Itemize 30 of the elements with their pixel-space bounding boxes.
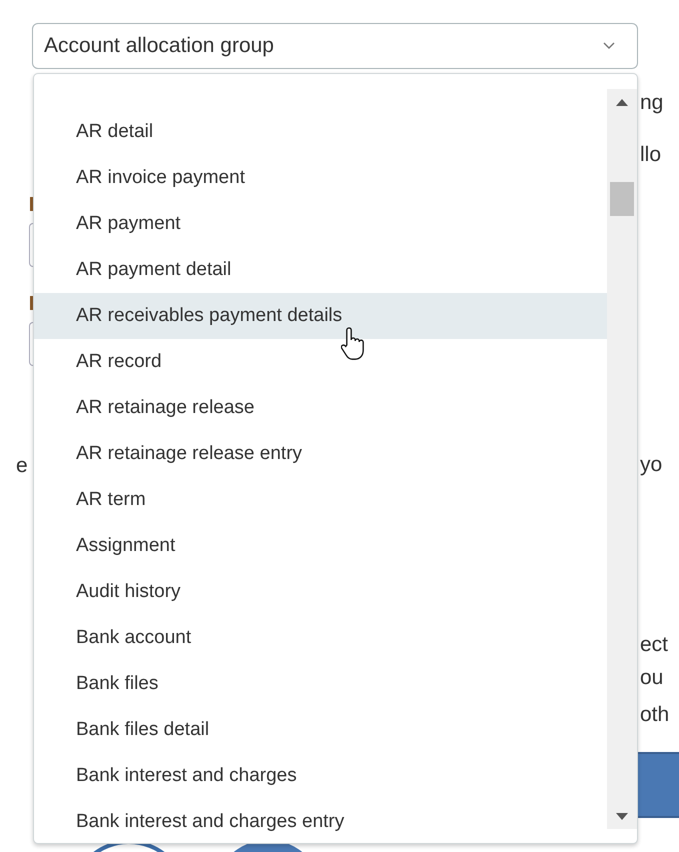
scroll-up-icon[interactable] xyxy=(616,99,628,106)
chevron-icon xyxy=(603,42,615,50)
partial-text: oth xyxy=(640,703,670,727)
dropdown-option[interactable]: Bank interest and charges entry xyxy=(34,799,607,843)
data-source-select[interactable]: Account allocation group xyxy=(32,23,638,69)
dropdown-option[interactable]: Assignment xyxy=(34,523,607,569)
scrollbar[interactable] xyxy=(607,89,637,829)
dropdown-option[interactable]: AR record xyxy=(34,339,607,385)
partial-text: yo xyxy=(640,453,662,477)
scroll-thumb[interactable] xyxy=(610,182,634,216)
dropdown-option[interactable]: Audit history xyxy=(34,569,607,615)
dropdown-option[interactable]: AR invoice payment xyxy=(34,155,607,201)
dropdown-option[interactable]: AR retainage release xyxy=(34,385,607,431)
dropdown-option[interactable]: Bank account xyxy=(34,615,607,661)
dropdown-option[interactable]: Bank files xyxy=(34,661,607,707)
dropdown-option[interactable]: AR term xyxy=(34,477,607,523)
dropdown-option[interactable]: AR payment detail xyxy=(34,247,607,293)
partial-text: ou xyxy=(640,666,664,690)
dropdown-option[interactable]: Bank interest and charges xyxy=(34,753,607,799)
partial-text: ect xyxy=(640,633,668,657)
dropdown-option[interactable]: AR detail xyxy=(34,109,607,155)
dropdown-option[interactable]: Bank files detail xyxy=(34,707,607,753)
dropdown-option[interactable]: AR retainage release entry xyxy=(34,431,607,477)
partial-text: e xyxy=(16,454,28,477)
partial-text: llo xyxy=(640,143,662,167)
dropdown-option[interactable]: AR receivables payment details xyxy=(34,293,607,339)
partial-text: ng xyxy=(640,91,664,115)
dropdown-option[interactable]: AR payment xyxy=(34,201,607,247)
scroll-down-icon[interactable] xyxy=(616,813,628,820)
hand-cursor-icon xyxy=(341,326,367,360)
